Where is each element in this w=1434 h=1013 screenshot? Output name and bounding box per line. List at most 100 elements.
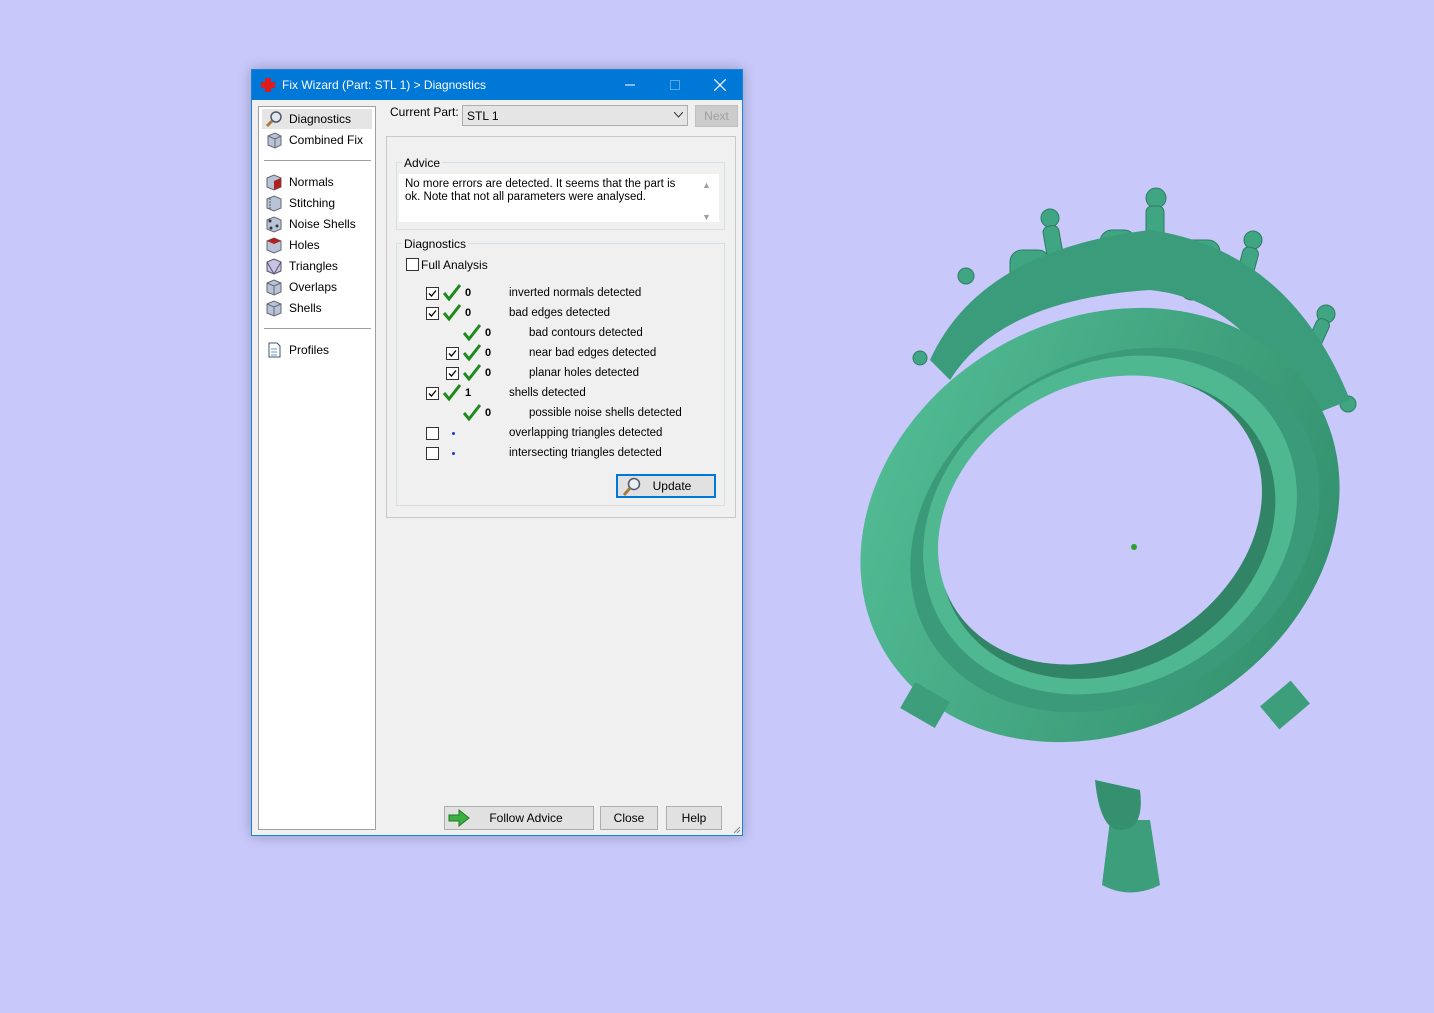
checkmark-icon [428, 310, 437, 317]
not-analysed-dot-icon [452, 452, 455, 455]
row-checkbox[interactable] [446, 347, 459, 360]
fix-wizard-dialog: Fix Wizard (Part: STL 1) > Diagnostics D… [251, 69, 743, 836]
divider [264, 328, 371, 329]
scroll-down-icon[interactable]: ▼ [702, 212, 711, 222]
overlaps-cube-icon [266, 279, 282, 296]
green-check-icon [443, 304, 461, 322]
holes-cube-icon [266, 237, 282, 254]
sidebar-item-label: Profiles [289, 343, 330, 357]
row-count: 0 [485, 367, 492, 379]
row-label: intersecting triangles detected [509, 447, 662, 459]
row-checkbox[interactable] [426, 447, 439, 460]
scroll-up-icon[interactable]: ▲ [702, 180, 711, 190]
row-checkbox[interactable] [426, 287, 439, 300]
close-window-button[interactable] [697, 70, 742, 100]
sidebar-item-label: Combined Fix [289, 133, 364, 147]
sidebar-item-noise-shells[interactable]: Noise Shells [262, 214, 372, 234]
sidebar-item-shells[interactable]: Shells [262, 298, 372, 318]
sidebar-item-triangles[interactable]: Triangles [262, 256, 372, 276]
sidebar-item-label: Diagnostics [289, 112, 352, 126]
row-label: possible noise shells detected [529, 407, 682, 419]
row-checkbox[interactable] [426, 307, 439, 320]
row-count: 0 [465, 307, 472, 319]
shells-cube-icon [266, 300, 282, 317]
minimize-button[interactable] [607, 70, 652, 100]
maximize-icon [669, 80, 680, 90]
sidebar-item-stitching[interactable]: Stitching [262, 193, 372, 213]
current-part-label: Current Part: [390, 105, 459, 119]
green-check-icon [463, 364, 481, 382]
divider [264, 160, 371, 161]
sidebar-item-label: Shells [289, 301, 322, 315]
help-button[interactable]: Help [666, 806, 722, 830]
wizard-sidebar: Diagnostics Combined Fix Normals Stitchi… [258, 106, 376, 830]
row-label: bad edges detected [509, 307, 611, 319]
green-check-icon [463, 344, 481, 362]
sidebar-item-profiles[interactable]: Profiles [262, 340, 372, 360]
diagnostics-title: Diagnostics [402, 237, 469, 251]
sidebar-item-overlaps[interactable]: Overlaps [262, 277, 372, 297]
full-analysis-checkbox[interactable] [406, 258, 419, 271]
row-label: planar holes detected [529, 367, 639, 379]
row-count: 0 [485, 327, 492, 339]
green-check-icon [443, 284, 461, 302]
magnifier-icon [265, 111, 282, 128]
checkmark-icon [428, 290, 437, 297]
row-label: near bad edges detected [529, 347, 657, 359]
title-bar[interactable]: Fix Wizard (Part: STL 1) > Diagnostics [252, 70, 742, 100]
green-check-icon [463, 404, 481, 422]
arrow-right-icon [448, 809, 470, 827]
cube-icon [267, 132, 282, 149]
noise-shells-cube-icon [266, 216, 282, 233]
document-icon [268, 342, 281, 358]
next-button[interactable]: Next [695, 105, 738, 127]
current-part-select[interactable]: STL 1 [462, 105, 688, 126]
row-label: shells detected [509, 387, 586, 399]
row-count: 1 [465, 387, 472, 399]
stitching-cube-icon [266, 195, 282, 212]
sidebar-item-label: Noise Shells [289, 217, 356, 231]
sidebar-item-label: Overlaps [289, 280, 338, 294]
row-count: 0 [485, 347, 492, 359]
close-button[interactable]: Close [600, 806, 658, 830]
minimize-icon [624, 84, 635, 86]
checkmark-icon [448, 350, 457, 357]
magnifier-icon [622, 477, 641, 496]
advice-textbox: No more errors are detected. It seems th… [399, 174, 719, 222]
row-count: 0 [465, 287, 472, 299]
maximize-button [652, 70, 697, 100]
current-part-value: STL 1 [467, 109, 499, 123]
normals-cube-icon [266, 174, 282, 191]
follow-advice-label: Follow Advice [489, 811, 563, 825]
row-checkbox[interactable] [426, 387, 439, 400]
row-checkbox[interactable] [446, 367, 459, 380]
row-checkbox[interactable] [426, 427, 439, 440]
update-label: Update [652, 479, 692, 493]
row-label: bad contours detected [529, 327, 643, 339]
sidebar-item-label: Normals [289, 175, 334, 189]
close-icon [713, 79, 726, 91]
resize-grip-icon[interactable] [731, 824, 741, 834]
row-count: 0 [485, 407, 492, 419]
sidebar-item-diagnostics[interactable]: Diagnostics [262, 109, 372, 129]
advice-title: Advice [402, 156, 443, 170]
sidebar-item-normals[interactable]: Normals [262, 172, 372, 192]
sidebar-item-label: Holes [289, 238, 320, 252]
triangles-cube-icon [266, 258, 282, 275]
follow-advice-button[interactable]: Follow Advice [444, 806, 594, 830]
advice-text: No more errors are detected. It seems th… [405, 178, 676, 203]
update-button[interactable]: Update [616, 474, 716, 498]
chevron-down-icon [674, 112, 683, 118]
sidebar-item-holes[interactable]: Holes [262, 235, 372, 255]
full-analysis-label: Full Analysis [421, 258, 488, 272]
checkmark-icon [448, 370, 457, 377]
window-title: Fix Wizard (Part: STL 1) > Diagnostics [282, 78, 486, 92]
green-check-icon [463, 324, 481, 342]
sidebar-item-label: Stitching [289, 196, 336, 210]
row-label: inverted normals detected [509, 287, 642, 299]
red-cross-icon [261, 78, 275, 92]
not-analysed-dot-icon [452, 432, 455, 435]
row-label: overlapping triangles detected [509, 427, 663, 439]
checkmark-icon [428, 390, 437, 397]
sidebar-item-combined-fix[interactable]: Combined Fix [262, 130, 372, 150]
